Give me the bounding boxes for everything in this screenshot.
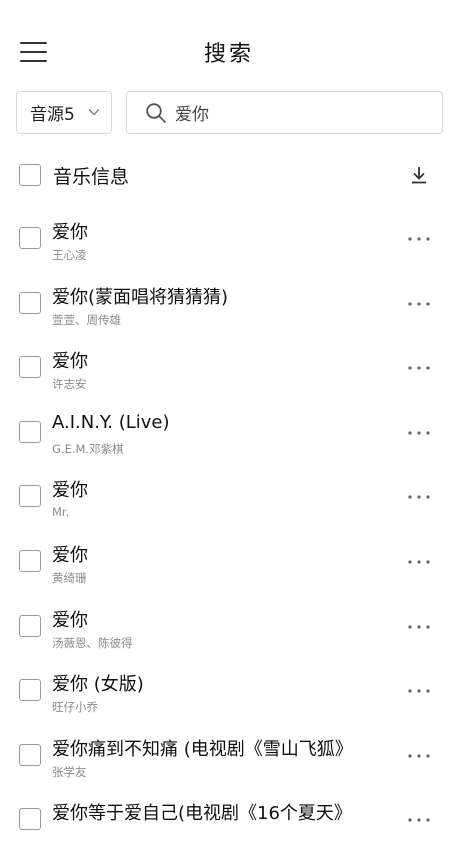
song-checkbox[interactable] bbox=[19, 291, 41, 314]
more-options-icon[interactable] bbox=[404, 807, 434, 831]
song-artist: 旺仔小乔 bbox=[52, 700, 98, 715]
song-row[interactable]: 爱你 Mr. bbox=[0, 464, 458, 529]
song-checkbox[interactable] bbox=[19, 485, 41, 508]
song-artist: 黄绮珊 bbox=[52, 570, 87, 585]
song-checkbox[interactable] bbox=[19, 356, 41, 379]
song-list: 爱你 王心凌 爱你(蒙面唱将猜猜猜) 萱萱、周传雄 爱你 许志安 A.I.N.Y… bbox=[0, 206, 458, 852]
song-title: 爱你 bbox=[52, 544, 88, 566]
song-checkbox[interactable] bbox=[19, 227, 41, 249]
song-checkbox[interactable] bbox=[19, 743, 41, 766]
list-header-label: 音乐信息 bbox=[53, 166, 130, 188]
song-title: 爱你 bbox=[52, 609, 88, 631]
song-artist: 萱萱、周传雄 bbox=[52, 312, 121, 327]
song-row[interactable]: 爱你 许志安 bbox=[0, 335, 458, 400]
song-artist: 许志安 bbox=[52, 377, 87, 392]
song-artist: G.E.M.邓紫棋 bbox=[52, 441, 124, 456]
more-options-icon[interactable] bbox=[404, 549, 434, 573]
song-row[interactable]: A.I.N.Y. (Live) G.E.M.邓紫棋 bbox=[0, 400, 458, 465]
song-row[interactable]: 爱你 王心凌 bbox=[0, 206, 458, 271]
more-options-icon[interactable] bbox=[404, 420, 434, 444]
more-options-icon[interactable] bbox=[404, 484, 434, 508]
song-artist: 张学友 bbox=[52, 764, 87, 779]
song-row[interactable]: 爱你 汤薇恩、陈彼得 bbox=[0, 594, 458, 659]
song-checkbox[interactable] bbox=[19, 679, 41, 702]
song-row[interactable]: 爱你 (女版) 旺仔小乔 bbox=[0, 658, 458, 723]
search-input[interactable] bbox=[175, 102, 425, 123]
song-title: A.I.N.Y. (Live) bbox=[52, 411, 170, 433]
top-bar: 搜索 bbox=[0, 0, 458, 92]
select-all-checkbox[interactable] bbox=[19, 164, 41, 186]
song-artist: 汤薇恩、陈彼得 bbox=[52, 635, 133, 650]
song-artist: 王心凌 bbox=[52, 248, 87, 262]
song-checkbox[interactable] bbox=[19, 808, 41, 831]
song-checkbox[interactable] bbox=[19, 420, 41, 443]
song-title: 爱你(蒙面唱将猜猜猜) bbox=[52, 286, 229, 308]
song-row[interactable]: 爱你(蒙面唱将猜猜猜) 萱萱、周传雄 bbox=[0, 271, 458, 336]
song-artist: Mr. bbox=[52, 505, 70, 520]
more-options-icon[interactable] bbox=[404, 743, 434, 767]
song-row[interactable]: 爱你痛到不知痛 (电视剧《雪山飞狐》 张学友 bbox=[0, 723, 458, 788]
song-title: 爱你 bbox=[52, 351, 88, 373]
chevron-down-icon bbox=[88, 109, 100, 116]
list-header: 音乐信息 bbox=[0, 155, 458, 197]
song-checkbox[interactable] bbox=[19, 614, 41, 637]
more-options-icon[interactable] bbox=[404, 291, 434, 315]
song-row[interactable]: 爱你 黄绮珊 bbox=[0, 529, 458, 594]
more-options-icon[interactable] bbox=[404, 226, 434, 250]
song-title: 爱你痛到不知痛 (电视剧《雪山飞狐》 bbox=[52, 738, 353, 760]
search-icon bbox=[146, 102, 166, 123]
more-options-icon[interactable] bbox=[404, 678, 434, 702]
source-select-label: 音源5 bbox=[30, 105, 75, 125]
search-box[interactable] bbox=[126, 91, 443, 134]
page-title: 搜索 bbox=[203, 42, 254, 67]
song-title: 爱你 bbox=[52, 480, 88, 502]
more-options-icon[interactable] bbox=[404, 614, 434, 638]
song-title: 爱你 (女版) bbox=[52, 674, 144, 696]
song-title: 爱你等于爱自己(电视剧《16个夏天》 bbox=[52, 803, 352, 825]
song-checkbox[interactable] bbox=[19, 549, 41, 572]
source-select[interactable]: 音源5 bbox=[16, 91, 112, 134]
song-title: 爱你 bbox=[52, 222, 88, 243]
more-options-icon[interactable] bbox=[404, 355, 434, 379]
download-icon[interactable] bbox=[408, 164, 430, 186]
